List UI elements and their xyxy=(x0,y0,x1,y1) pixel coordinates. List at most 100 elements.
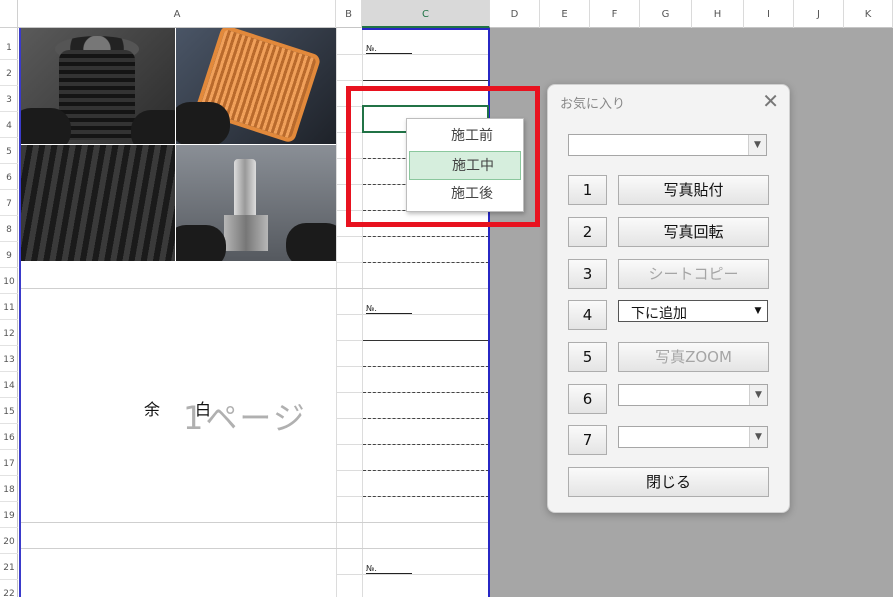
photo-air-filter[interactable] xyxy=(176,28,336,144)
row-header[interactable]: 22 xyxy=(0,580,18,597)
close-dialog-button[interactable]: 閉じる xyxy=(568,467,769,497)
add-position-combo[interactable]: 下に追加 ▼ xyxy=(618,300,768,322)
dotted-line xyxy=(363,496,489,497)
row-header[interactable]: 2 xyxy=(0,60,18,86)
spark-plug-hex xyxy=(224,215,268,251)
option-combo-6[interactable]: ▼ xyxy=(618,384,768,406)
column-header-c[interactable]: C xyxy=(362,0,490,28)
column-header-d[interactable]: D xyxy=(490,0,540,28)
column-header-g[interactable]: G xyxy=(640,0,692,28)
combo-value: 下に追加 xyxy=(631,306,687,322)
dialog-title: お気に入り xyxy=(560,97,626,112)
row-header[interactable]: 9 xyxy=(0,242,18,268)
option-combo-7[interactable]: ▼ xyxy=(618,426,768,448)
gridline xyxy=(19,288,489,289)
line xyxy=(363,340,489,341)
chevron-down-icon[interactable]: ▼ xyxy=(749,385,767,405)
chevron-down-icon[interactable]: ▼ xyxy=(749,427,767,447)
gridline xyxy=(336,574,489,575)
dotted-line xyxy=(363,392,489,393)
dropdown-option-after[interactable]: 施工後 xyxy=(409,180,521,209)
number-button-1[interactable]: 1 xyxy=(568,175,607,205)
dropdown-option-during[interactable]: 施工中 xyxy=(409,151,521,180)
row-header[interactable]: 21 xyxy=(0,554,18,580)
glove xyxy=(176,225,226,261)
row-header[interactable]: 19 xyxy=(0,502,18,528)
photo-oil-filter[interactable] xyxy=(21,28,175,144)
column-header-j[interactable]: J xyxy=(794,0,844,28)
photo-spark-plug[interactable] xyxy=(176,145,336,261)
favorites-combo[interactable]: ▼ xyxy=(568,134,767,156)
column-header-i[interactable]: I xyxy=(744,0,794,28)
line xyxy=(363,80,489,81)
no-label: №. xyxy=(366,565,412,574)
page-break-line xyxy=(362,28,490,30)
row-header[interactable]: 14 xyxy=(0,372,18,398)
row-header[interactable]: 8 xyxy=(0,216,18,242)
no-label: №. xyxy=(366,45,412,54)
dotted-line xyxy=(363,444,489,445)
row-header[interactable]: 13 xyxy=(0,346,18,372)
row-header[interactable]: 1 xyxy=(0,34,18,60)
copy-sheet-button[interactable]: シートコピー xyxy=(618,259,769,289)
number-button-7[interactable]: 7 xyxy=(568,425,607,455)
margin-label-1: 余 xyxy=(144,400,161,419)
row-header[interactable]: 6 xyxy=(0,164,18,190)
row-header[interactable]: 11 xyxy=(0,294,18,320)
dotted-line xyxy=(363,236,489,237)
spark-plug xyxy=(234,159,256,219)
gridline xyxy=(336,28,337,597)
glove xyxy=(21,108,71,144)
glove xyxy=(286,223,336,261)
photo-tire[interactable] xyxy=(21,145,175,261)
row-header-bar: 1 2 3 4 5 6 7 8 9 10 11 12 13 14 15 16 1… xyxy=(0,28,18,597)
number-button-4[interactable]: 4 xyxy=(568,300,607,330)
column-header-h[interactable]: H xyxy=(692,0,744,28)
margin-label-2: 白 xyxy=(195,400,212,419)
row-header[interactable]: 3 xyxy=(0,86,18,112)
select-all-corner[interactable] xyxy=(0,0,18,28)
gridline xyxy=(19,522,489,523)
gridline xyxy=(336,54,489,55)
number-button-6[interactable]: 6 xyxy=(568,384,607,414)
chevron-down-icon[interactable]: ▼ xyxy=(749,301,767,321)
gridline xyxy=(19,548,489,549)
chevron-down-icon[interactable]: ▼ xyxy=(748,135,766,155)
dotted-line xyxy=(363,470,489,471)
row-header[interactable]: 12 xyxy=(0,320,18,346)
page-break-line xyxy=(19,28,21,597)
dropdown-option-before[interactable]: 施工前 xyxy=(409,122,521,151)
excel-window: №. №. №. 余 1ページ 白 施工前 施工中 施工後 A B C D E … xyxy=(0,0,893,597)
column-header-k[interactable]: K xyxy=(844,0,893,28)
gridline xyxy=(336,314,489,315)
row-header[interactable]: 7 xyxy=(0,190,18,216)
row-header[interactable]: 10 xyxy=(0,268,18,294)
number-button-5[interactable]: 5 xyxy=(568,342,607,372)
no-label: №. xyxy=(366,305,412,314)
row-header[interactable]: 15 xyxy=(0,398,18,424)
number-button-2[interactable]: 2 xyxy=(568,217,607,247)
column-header-b[interactable]: B xyxy=(336,0,362,28)
favorites-dialog: お気に入り ✕ ▼ 1 写真貼付 2 写真回転 3 シートコピー 4 下に追加 … xyxy=(547,84,790,513)
dotted-line xyxy=(363,366,489,367)
column-header-e[interactable]: E xyxy=(540,0,590,28)
glove xyxy=(131,110,175,144)
column-header-a[interactable]: A xyxy=(19,0,336,28)
row-header[interactable]: 18 xyxy=(0,476,18,502)
close-icon[interactable]: ✕ xyxy=(762,89,779,113)
column-header-f[interactable]: F xyxy=(590,0,640,28)
glove xyxy=(176,102,230,144)
row-header[interactable]: 4 xyxy=(0,112,18,138)
row-header[interactable]: 16 xyxy=(0,424,18,450)
rotate-photo-button[interactable]: 写真回転 xyxy=(618,217,769,247)
row-header[interactable]: 5 xyxy=(0,138,18,164)
dotted-line xyxy=(363,418,489,419)
row-header[interactable]: 17 xyxy=(0,450,18,476)
cell-dropdown-list: 施工前 施工中 施工後 xyxy=(406,118,524,212)
number-button-3[interactable]: 3 xyxy=(568,259,607,289)
dotted-line xyxy=(363,262,489,263)
row-header[interactable]: 20 xyxy=(0,528,18,554)
column-header-bar: A B C D E F G H I J K xyxy=(0,0,893,28)
paste-photo-button[interactable]: 写真貼付 xyxy=(618,175,769,205)
photo-zoom-button[interactable]: 写真ZOOM xyxy=(618,342,769,372)
